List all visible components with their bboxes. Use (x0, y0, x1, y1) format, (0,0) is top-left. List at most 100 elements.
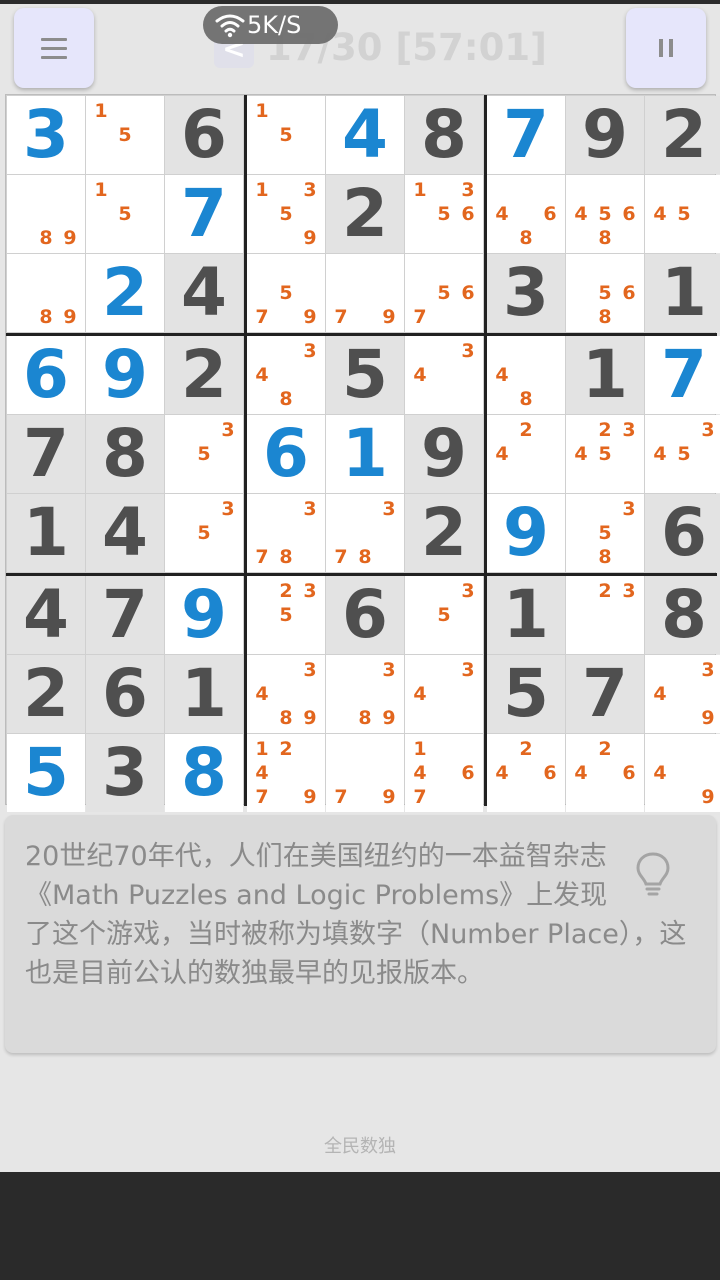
pencil-mark: 5 (677, 203, 691, 225)
cell-digit: 1 (181, 655, 227, 732)
sudoku-cell-r9c5[interactable]: 79 (326, 734, 404, 812)
sudoku-cell-r6c6[interactable]: 2 (405, 494, 483, 572)
sudoku-cell-r7c5[interactable]: 6 (326, 576, 404, 654)
sudoku-cell-r3c6[interactable]: 56 7 (405, 254, 483, 332)
sudoku-cell-r5c2[interactable]: 8 (86, 415, 164, 493)
sudoku-cell-r8c8[interactable]: 7 (566, 655, 644, 733)
sudoku-cell-r2c7[interactable]: 4 68 (487, 175, 565, 253)
sudoku-cell-r1c8[interactable]: 9 (566, 96, 644, 174)
sudoku-cell-r1c6[interactable]: 8 (405, 96, 483, 174)
sudoku-cell-r3c8[interactable]: 568 (566, 254, 644, 332)
pencil-mark: 5 (279, 282, 293, 304)
sudoku-cell-r7c9[interactable]: 8 (645, 576, 720, 654)
sudoku-cell-r1c4[interactable]: 15 (247, 96, 325, 174)
sudoku-cell-r8c9[interactable]: 3 4 9 (645, 655, 720, 733)
sudoku-cell-r4c1[interactable]: 6 (7, 336, 85, 414)
sudoku-cell-r2c9[interactable]: 45 (645, 175, 720, 253)
cell-digit: 7 (661, 336, 707, 413)
cell-digit: 4 (102, 494, 148, 571)
sudoku-cell-r6c1[interactable]: 1 (7, 494, 85, 572)
sudoku-cell-r4c7[interactable]: 48 (487, 336, 565, 414)
sudoku-cell-r8c3[interactable]: 1 (165, 655, 243, 733)
sudoku-cell-r6c9[interactable]: 6 (645, 494, 720, 572)
sudoku-cell-r6c2[interactable]: 4 (86, 494, 164, 572)
sudoku-cell-r3c9[interactable]: 1 (645, 254, 720, 332)
sudoku-cell-r4c4[interactable]: 3 48 (247, 336, 325, 414)
sudoku-cell-r7c4[interactable]: 235 (247, 576, 325, 654)
sudoku-cell-r7c8[interactable]: 23 (566, 576, 644, 654)
lightbulb-icon[interactable] (635, 851, 671, 899)
sudoku-cell-r1c5[interactable]: 4 (326, 96, 404, 174)
sudoku-cell-r4c8[interactable]: 1 (566, 336, 644, 414)
sudoku-cell-r8c5[interactable]: 3 89 (326, 655, 404, 733)
sudoku-cell-r9c8[interactable]: 24 6 (566, 734, 644, 812)
sudoku-cell-r9c2[interactable]: 3 (86, 734, 164, 812)
sudoku-cell-r2c8[interactable]: 4568 (566, 175, 644, 253)
sudoku-cell-r5c4[interactable]: 6 (247, 415, 325, 493)
pencil-mark: 5 (598, 443, 612, 465)
cell-digit: 6 (181, 96, 227, 173)
sudoku-cell-r9c1[interactable]: 5 (7, 734, 85, 812)
sudoku-cell-r5c9[interactable]: 3 45 (645, 415, 720, 493)
sudoku-cell-r9c6[interactable]: 14 6 7 (405, 734, 483, 812)
pencil-mark: 8 (358, 546, 372, 568)
sudoku-cell-r7c2[interactable]: 7 (86, 576, 164, 654)
sudoku-cell-r1c3[interactable]: 6 (165, 96, 243, 174)
pause-button[interactable] (626, 8, 706, 88)
pencil-mark: 6 (543, 203, 557, 225)
sudoku-cell-r9c7[interactable]: 24 6 (487, 734, 565, 812)
sudoku-cell-r6c4[interactable]: 3 78 (247, 494, 325, 572)
pencil-mark: 1 (94, 100, 108, 122)
sudoku-cell-r2c4[interactable]: 1 359 (247, 175, 325, 253)
menu-button[interactable] (14, 8, 94, 88)
pencil-mark: 9 (303, 227, 317, 249)
sudoku-cell-r4c5[interactable]: 5 (326, 336, 404, 414)
sudoku-cell-r4c3[interactable]: 2 (165, 336, 243, 414)
sudoku-cell-r2c6[interactable]: 1 356 (405, 175, 483, 253)
sudoku-cell-r8c4[interactable]: 3 489 (247, 655, 325, 733)
cell-digit: 9 (421, 415, 467, 492)
sudoku-cell-r3c4[interactable]: 57 9 (247, 254, 325, 332)
sudoku-cell-r4c9[interactable]: 7 (645, 336, 720, 414)
pencil-mark: 5 (437, 203, 451, 225)
sudoku-cell-r3c2[interactable]: 2 (86, 254, 164, 332)
sudoku-cell-r3c1[interactable]: 89 (7, 254, 85, 332)
sudoku-cell-r7c7[interactable]: 1 (487, 576, 565, 654)
sudoku-cell-r3c3[interactable]: 4 (165, 254, 243, 332)
sudoku-cell-r9c9[interactable]: 49 (645, 734, 720, 812)
sudoku-cell-r6c7[interactable]: 9 (487, 494, 565, 572)
sudoku-cell-r8c6[interactable]: 34 (405, 655, 483, 733)
sudoku-cell-r9c4[interactable]: 1247 9 (247, 734, 325, 812)
sudoku-cell-r7c3[interactable]: 9 (165, 576, 243, 654)
sudoku-cell-r2c5[interactable]: 2 (326, 175, 404, 253)
sudoku-cell-r2c3[interactable]: 7 (165, 175, 243, 253)
sudoku-cell-r7c6[interactable]: 35 (405, 576, 483, 654)
sudoku-cell-r2c1[interactable]: 89 (7, 175, 85, 253)
sudoku-cell-r6c5[interactable]: 3 78 (326, 494, 404, 572)
sudoku-cell-r1c9[interactable]: 2 (645, 96, 720, 174)
sudoku-cell-r9c3[interactable]: 8 (165, 734, 243, 812)
sudoku-cell-r5c6[interactable]: 9 (405, 415, 483, 493)
sudoku-cell-r5c8[interactable]: 23 45 (566, 415, 644, 493)
sudoku-cell-r4c2[interactable]: 9 (86, 336, 164, 414)
sudoku-cell-r6c8[interactable]: 358 (566, 494, 644, 572)
sudoku-cell-r5c1[interactable]: 7 (7, 415, 85, 493)
sudoku-cell-r4c6[interactable]: 34 (405, 336, 483, 414)
sudoku-cell-r6c3[interactable]: 35 (165, 494, 243, 572)
sudoku-cell-r1c1[interactable]: 3 (7, 96, 85, 174)
sudoku-cell-r1c7[interactable]: 7 (487, 96, 565, 174)
sudoku-cell-r7c1[interactable]: 4 (7, 576, 85, 654)
sudoku-cell-r5c3[interactable]: 35 (165, 415, 243, 493)
sudoku-cell-r1c2[interactable]: 15 (86, 96, 164, 174)
sudoku-cell-r8c2[interactable]: 6 (86, 655, 164, 733)
sudoku-cell-r8c1[interactable]: 2 (7, 655, 85, 733)
sudoku-cell-r8c7[interactable]: 5 (487, 655, 565, 733)
cell-digit: 3 (503, 254, 549, 331)
sudoku-cell-r2c2[interactable]: 15 (86, 175, 164, 253)
sudoku-cell-r5c7[interactable]: 24 (487, 415, 565, 493)
sudoku-cell-r3c5[interactable]: 79 (326, 254, 404, 332)
box-divider-horizontal (6, 573, 717, 576)
pencil-mark: 3 (622, 498, 636, 520)
sudoku-cell-r3c7[interactable]: 3 (487, 254, 565, 332)
sudoku-cell-r5c5[interactable]: 1 (326, 415, 404, 493)
